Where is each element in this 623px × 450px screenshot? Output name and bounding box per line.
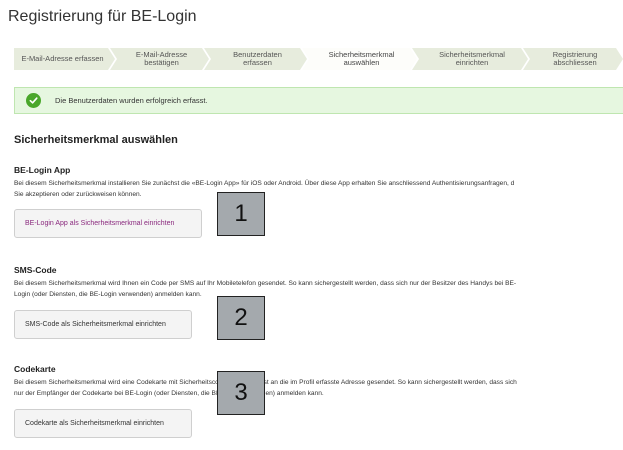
callout-marker-3: 3 [217,371,265,415]
page-title: Registrierung für BE-Login [8,8,197,25]
codekarte-section-description: Bei diesem Sicherheitsmerkmal wird eine … [14,377,623,399]
description-line: Sie akzeptieren oder zurückweisen können… [14,191,142,198]
description-line: nur der Empfänger der Codekarte bei BE-L… [14,390,324,397]
step-email-bestaetigen: E-Mail-Adresse bestätigen [110,48,209,70]
app-section-description: Bei diesem Sicherheitsmerkmal installier… [14,178,623,200]
step-sicherheitsmerkmal-auswaehlen: Sicherheitsmerkmal auswählen [302,48,417,70]
check-circle-icon [26,93,41,108]
setup-codekarte-button[interactable]: Codekarte als Sicherheitsmerkmal einrich… [14,409,192,438]
codekarte-section-title: Codekarte [14,364,56,374]
success-alert: Die Benutzerdaten wurden erfolgreich erf… [14,87,623,114]
setup-app-button[interactable]: BE-Login App als Sicherheitsmerkmal einr… [14,209,202,238]
step-email-erfassen: E-Mail-Adresse erfassen [14,48,115,70]
description-line: Login (oder Diensten, die BE-Login verwe… [14,291,202,298]
description-line: Bei diesem Sicherheitsmerkmal installier… [14,180,515,187]
section-heading: Sicherheitsmerkmal auswählen [14,134,178,146]
setup-sms-button[interactable]: SMS-Code als Sicherheitsmerkmal einricht… [14,310,192,339]
step-sicherheitsmerkmal-einrichten: Sicherheitsmerkmal einrichten [412,48,528,70]
success-message: Die Benutzerdaten wurden erfolgreich erf… [55,96,208,105]
callout-marker-2: 2 [217,296,265,340]
callout-marker-1: 1 [217,192,265,236]
app-section-title: BE-Login App [14,165,71,175]
description-line: Bei diesem Sicherheitsmerkmal wird Ihnen… [14,280,517,287]
sms-section-title: SMS-Code [14,265,57,275]
progress-steps: E-Mail-Adresse erfassen E-Mail-Adresse b… [14,48,623,70]
step-registrierung-abschliessen: Registrierung abschliessen [523,48,623,70]
step-benutzerdaten-erfassen: Benutzerdaten erfassen [204,48,307,70]
description-line: Bei diesem Sicherheitsmerkmal wird eine … [14,379,517,386]
sms-section-description: Bei diesem Sicherheitsmerkmal wird Ihnen… [14,278,623,300]
